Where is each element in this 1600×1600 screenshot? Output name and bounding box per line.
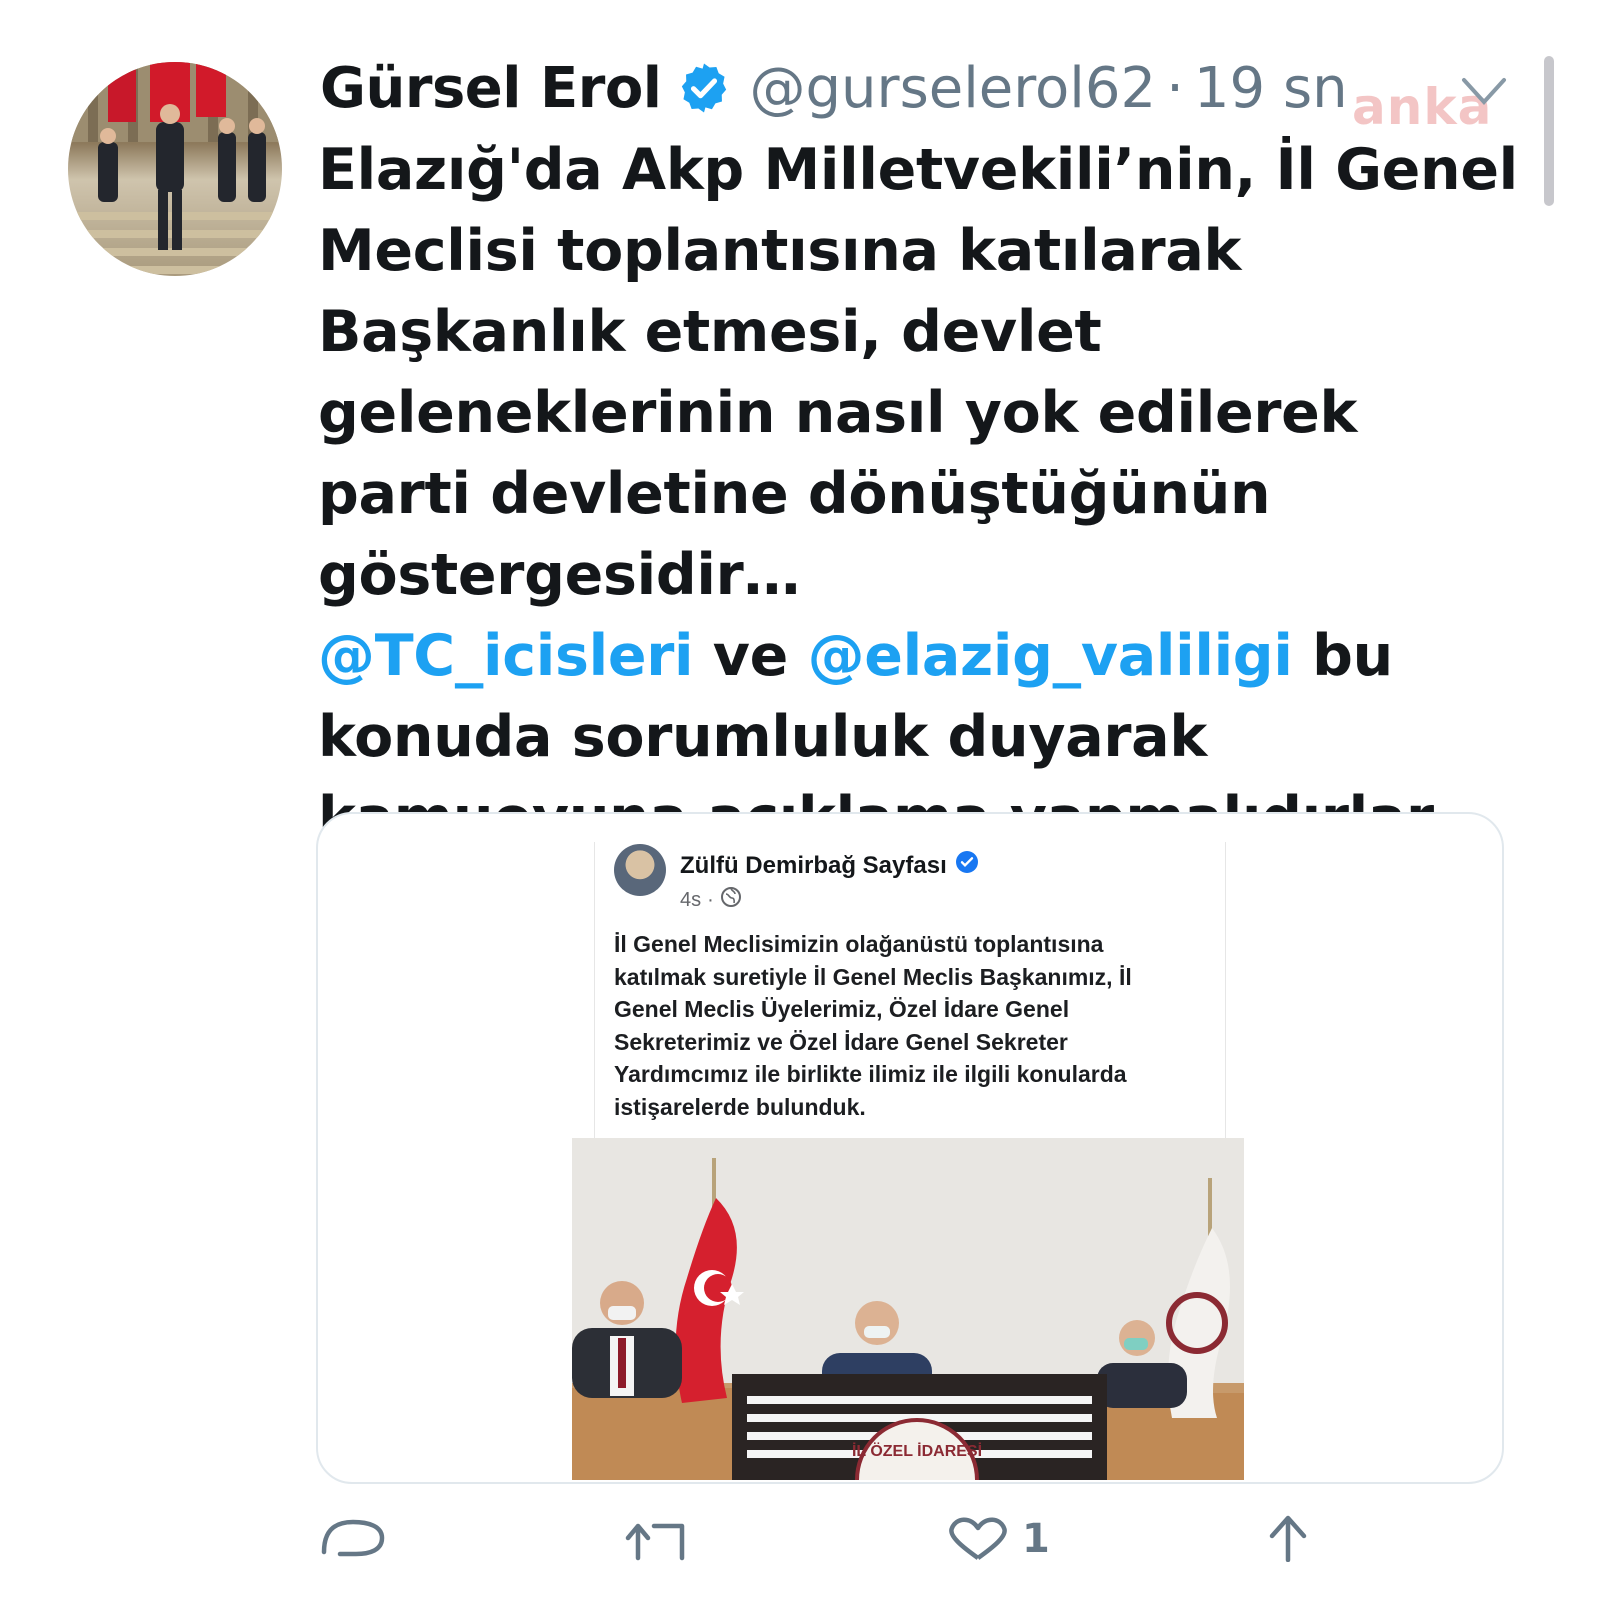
tweet-action-bar: 1 bbox=[0, 1512, 1600, 1600]
embedded-post-line: katılmak suretiyle İl Genel Meclis Başka… bbox=[614, 963, 1132, 990]
embedded-post-meta: 4s · bbox=[680, 886, 742, 914]
author-name[interactable]: Gürsel Erol bbox=[320, 56, 662, 121]
tweet-body: Elazığ'da Akp Milletvekili’nin, İl Genel… bbox=[318, 130, 1528, 859]
embedded-post-line: Yardımcımız ile birlikte ilimiz ile ilgi… bbox=[614, 1061, 1127, 1087]
retweet-button[interactable] bbox=[624, 1512, 696, 1566]
reply-icon bbox=[320, 1512, 386, 1566]
header-separator: · bbox=[1166, 55, 1184, 121]
embedded-post-time: 4s bbox=[680, 888, 702, 911]
like-button[interactable]: 1 bbox=[944, 1512, 1050, 1566]
embedded-post-line: istişarelerde bulunduk. bbox=[614, 1093, 866, 1120]
embedded-post-line: İl Genel Meclisimizin olağanüstü toplant… bbox=[614, 931, 1104, 957]
reply-button[interactable] bbox=[320, 1512, 386, 1566]
embedded-post-text: İl Genel Meclisimizin olağanüstü toplant… bbox=[614, 928, 1214, 1123]
embedded-post-line: Genel Meclis Üyelerimiz, Özel İdare Gene… bbox=[614, 996, 1070, 1022]
share-button[interactable] bbox=[1262, 1512, 1314, 1566]
share-icon bbox=[1262, 1512, 1314, 1566]
tweet-timestamp[interactable]: 19 sn bbox=[1194, 56, 1348, 121]
mention-link[interactable]: @elazig_valiligi bbox=[808, 623, 1293, 689]
like-icon bbox=[944, 1512, 1012, 1566]
tweet-connector: ve bbox=[712, 623, 789, 689]
photo-sign-text: İL ÖZEL İDARESİ bbox=[852, 1441, 982, 1460]
mention-link[interactable]: @TC_icisleri bbox=[318, 623, 694, 689]
retweet-icon bbox=[624, 1512, 696, 1566]
tweet-paragraph-1: Elazığ'da Akp Milletvekili’nin, İl Genel… bbox=[318, 137, 1518, 608]
avatar-photo bbox=[68, 62, 282, 274]
tweet-header: Gürsel Erol @gurselerol62 · 19 sn bbox=[320, 52, 1348, 124]
scrollbar[interactable] bbox=[1544, 56, 1554, 206]
like-count: 1 bbox=[1022, 1516, 1050, 1562]
embedded-post-meta-separator: · bbox=[707, 888, 714, 911]
verified-badge-icon bbox=[955, 850, 979, 881]
embedded-post-avatar bbox=[614, 844, 666, 896]
verified-badge-icon bbox=[676, 60, 732, 116]
embedded-post-header: Zülfü Demirbağ Sayfası bbox=[680, 850, 979, 881]
embedded-post-line: Sekreterimiz ve Özel İdare Genel Sekrete… bbox=[614, 1028, 1068, 1055]
globe-icon bbox=[720, 886, 742, 914]
meeting-photo: İL ÖZEL İDARESİ bbox=[572, 1138, 1244, 1480]
author-handle[interactable]: @gurselerol62 bbox=[750, 56, 1157, 121]
chevron-down-icon[interactable] bbox=[1460, 72, 1508, 116]
embedded-post-page-name: Zülfü Demirbağ Sayfası bbox=[680, 851, 947, 879]
profile-avatar[interactable] bbox=[68, 62, 282, 276]
